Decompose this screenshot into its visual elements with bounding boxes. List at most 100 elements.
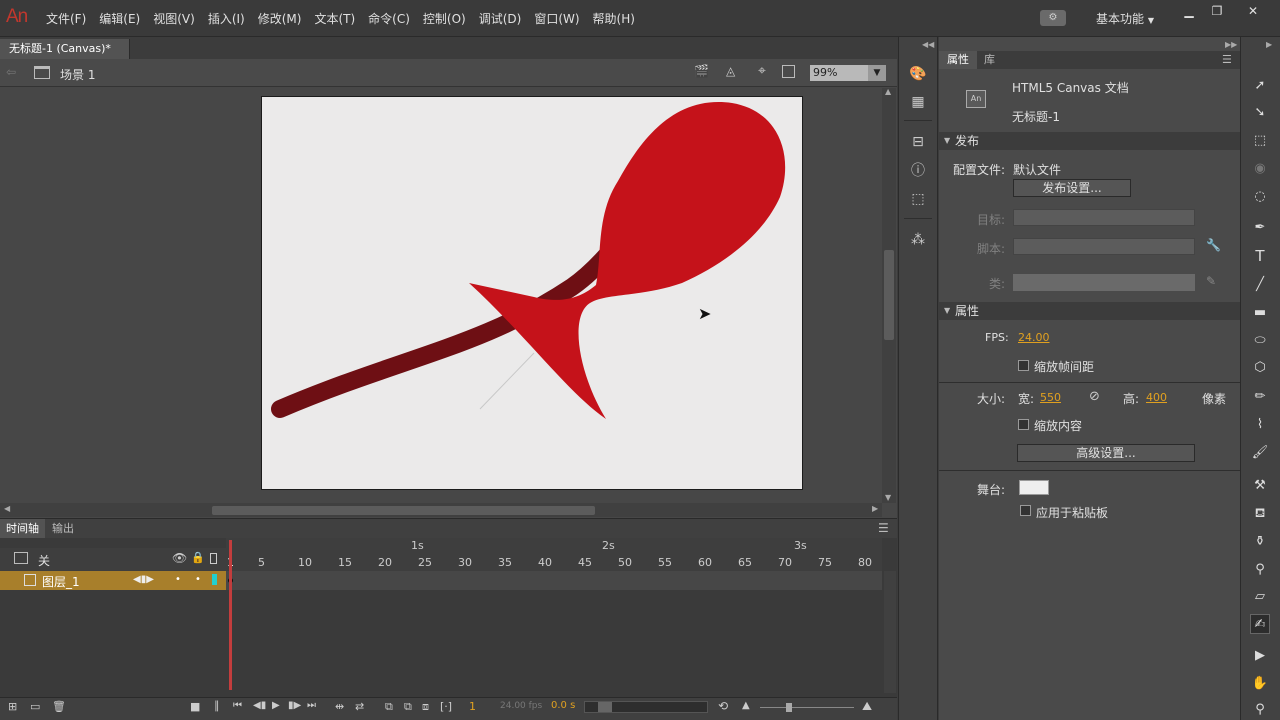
close-window-button[interactable]: ✕ xyxy=(1242,4,1264,20)
menu-commands[interactable]: 命令(C) xyxy=(368,10,410,27)
menu-insert[interactable]: 插入(I) xyxy=(208,10,245,27)
zoom-out-timeline-icon[interactable]: ▲ xyxy=(742,700,750,711)
transform-icon[interactable]: ⬚ xyxy=(908,189,928,209)
scale-interval-checkbox[interactable] xyxy=(1018,360,1029,371)
menu-help[interactable]: 帮助(H) xyxy=(593,10,635,27)
scroll-left-icon[interactable]: ◀ xyxy=(4,504,10,513)
time-display[interactable]: 0.0 s xyxy=(551,700,575,711)
color-palette-icon[interactable]: 🎨 xyxy=(908,64,928,84)
expand-icon[interactable]: ▶▶ xyxy=(1225,40,1237,49)
sync-settings-icon[interactable]: ⚙ xyxy=(1040,10,1066,26)
eyedropper-tool-icon[interactable]: ⚲ xyxy=(1250,560,1270,580)
menu-window[interactable]: 窗口(W) xyxy=(534,10,579,27)
layer-color-swatch[interactable] xyxy=(212,574,217,585)
menu-modify[interactable]: 修改(M) xyxy=(258,10,302,27)
selection-tool-icon[interactable]: ➚ xyxy=(1250,76,1270,96)
lasso-tool-icon[interactable]: ◌ xyxy=(1250,187,1270,207)
target-dropdown[interactable] xyxy=(1013,209,1195,226)
timeline-zoom-handle[interactable] xyxy=(786,703,792,712)
advanced-settings-button[interactable]: 高级设置... xyxy=(1017,444,1195,462)
width-value[interactable]: 550 xyxy=(1040,391,1061,404)
class-input[interactable] xyxy=(1013,274,1195,291)
lock-dot-icon[interactable]: • xyxy=(195,574,201,585)
panel-menu-icon[interactable]: ☰ xyxy=(1222,53,1232,66)
lock-icon[interactable]: 🔒 xyxy=(191,551,205,564)
tab-timeline[interactable]: 时间轴 xyxy=(0,519,45,538)
pencil-icon[interactable]: ✎ xyxy=(1206,274,1216,288)
publish-section-header[interactable]: 发布 xyxy=(939,132,1240,150)
delete-layer-icon[interactable]: 🗑 xyxy=(52,700,66,713)
text-tool-icon[interactable]: T xyxy=(1250,246,1270,266)
menu-file[interactable]: 文件(F) xyxy=(46,10,86,27)
publish-settings-button[interactable]: 发布设置... xyxy=(1013,179,1131,197)
zoom-dropdown-icon[interactable]: ▼ xyxy=(868,65,886,81)
back-arrow-icon[interactable]: ⇦ xyxy=(6,65,16,79)
height-value[interactable]: 400 xyxy=(1146,391,1167,404)
onion-skin-icon[interactable]: ⧉ xyxy=(385,700,393,714)
align-icon[interactable]: ⊟ xyxy=(908,132,928,152)
edit-scene-icon[interactable]: 🎬 xyxy=(694,64,709,78)
tab-properties[interactable]: 属性 xyxy=(939,51,977,69)
bone-tool-icon[interactable]: ⚒ xyxy=(1250,476,1270,496)
eraser-tool-icon[interactable]: ▱ xyxy=(1250,587,1270,607)
clip-content-icon[interactable] xyxy=(782,65,795,78)
new-layer-icon[interactable]: ⊞ xyxy=(8,700,17,713)
document-tab[interactable]: 无标题-1 (Canvas)* × xyxy=(0,39,130,75)
restore-button[interactable]: ❐ xyxy=(1206,4,1228,20)
next-frame-icon[interactable]: ▮▶ xyxy=(288,700,301,711)
visibility-dot-icon[interactable]: • xyxy=(175,574,181,585)
center-stage-icon[interactable]: ⌖ xyxy=(758,63,766,79)
horizontal-scroll-thumb[interactable] xyxy=(212,506,595,515)
eye-icon[interactable]: 👁 xyxy=(172,551,187,565)
width-tool-icon[interactable]: ✍ xyxy=(1250,614,1270,634)
scroll-down-icon[interactable]: ▼ xyxy=(885,493,891,502)
fps-display[interactable]: 24.00 fps xyxy=(500,701,542,711)
timeline-vscroll[interactable] xyxy=(884,571,896,693)
layer-depth-icon[interactable]: ∥ xyxy=(214,699,220,712)
onion-outline-icon[interactable]: ⧉ xyxy=(404,700,412,714)
collapse-icon[interactable]: ◀◀ xyxy=(922,40,934,49)
last-frame-icon[interactable]: ⏭ xyxy=(307,700,316,711)
tools-collapse-icon[interactable]: ▶ xyxy=(1266,40,1272,49)
stage-canvas[interactable] xyxy=(261,96,803,490)
first-frame-icon[interactable]: ⏮ xyxy=(233,700,242,711)
properties-section-header[interactable]: 属性 xyxy=(939,302,1240,320)
apply-clipboard-checkbox[interactable] xyxy=(1020,505,1031,516)
center-frame-icon[interactable]: ⇹ xyxy=(335,700,344,713)
pen-tool-icon[interactable]: ✒ xyxy=(1250,218,1270,238)
vertical-scroll-thumb[interactable] xyxy=(884,250,894,340)
frames-row[interactable] xyxy=(226,571,882,590)
timeline-hscroll-thumb[interactable] xyxy=(598,702,612,712)
script-dropdown[interactable] xyxy=(1013,238,1195,255)
menu-edit[interactable]: 编辑(E) xyxy=(99,10,140,27)
paint-brush-tool-icon[interactable]: ⌇ xyxy=(1250,415,1270,435)
play-icon[interactable]: ▶ xyxy=(272,700,280,711)
scroll-right-icon[interactable]: ▶ xyxy=(872,504,878,513)
refresh-icon[interactable]: ⟲ xyxy=(718,699,728,713)
camera-icon[interactable]: ■ xyxy=(190,700,200,713)
menu-text[interactable]: 文本(T) xyxy=(314,10,355,27)
timeline-zoom-slider[interactable] xyxy=(760,707,854,708)
wrench-icon[interactable]: 🔧 xyxy=(1206,238,1221,252)
onion-markers-icon[interactable]: [·] xyxy=(440,700,452,713)
current-frame[interactable]: 1 xyxy=(469,700,476,713)
scroll-up-icon[interactable]: ▲ xyxy=(885,87,891,96)
rectangle-tool-icon[interactable]: ▬ xyxy=(1250,303,1270,323)
tab-output[interactable]: 输出 xyxy=(46,519,80,538)
info-icon[interactable]: ⓘ xyxy=(908,161,928,181)
fps-value[interactable]: 24.00 xyxy=(1018,331,1050,344)
free-transform-tool-icon[interactable]: ⬚ xyxy=(1250,131,1270,151)
zoom-tool-icon[interactable]: ⚲ xyxy=(1250,700,1270,720)
outline-icon[interactable] xyxy=(210,553,217,564)
menu-debug[interactable]: 调试(D) xyxy=(479,10,522,27)
prev-frame-icon[interactable]: ◀▮ xyxy=(253,700,266,711)
layer-nav-icon[interactable]: ◀▮▶ xyxy=(133,574,154,585)
edit-multiple-icon[interactable]: ⧈ xyxy=(422,700,429,714)
panel-menu-icon[interactable]: ☰ xyxy=(878,521,889,535)
loop-icon[interactable]: ⇄ xyxy=(355,700,364,713)
ink-bottle-tool-icon[interactable]: ⚱ xyxy=(1250,532,1270,552)
polystar-tool-icon[interactable]: ⬡ xyxy=(1250,358,1270,378)
workspace-switcher[interactable]: 基本功能 ▼ xyxy=(1096,10,1154,27)
hand-tool-icon[interactable]: ✋ xyxy=(1250,674,1270,694)
oval-tool-icon[interactable]: ⬭ xyxy=(1250,331,1270,351)
